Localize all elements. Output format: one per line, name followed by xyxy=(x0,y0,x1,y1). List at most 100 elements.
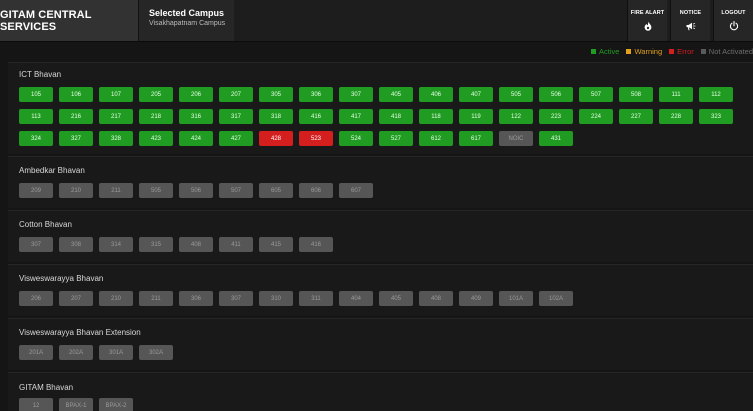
room-button[interactable]: 605 xyxy=(259,183,293,198)
room-button[interactable]: 227 xyxy=(619,109,653,124)
room-button[interactable]: 404 xyxy=(339,291,373,306)
room-button[interactable]: 310 xyxy=(259,291,293,306)
room-button[interactable]: 105 xyxy=(19,87,53,102)
room-button[interactable]: 308 xyxy=(59,237,93,252)
room-button[interactable]: 423 xyxy=(139,131,173,146)
room-button[interactable]: 210 xyxy=(99,291,133,306)
room-button[interactable]: 428 xyxy=(259,131,293,146)
room-button[interactable]: 224 xyxy=(579,109,613,124)
room-button[interactable]: 207 xyxy=(59,291,93,306)
room-button[interactable]: 218 xyxy=(139,109,173,124)
room-button[interactable]: 211 xyxy=(139,291,173,306)
room-button[interactable]: 505 xyxy=(139,183,173,198)
room-button[interactable]: 405 xyxy=(379,291,413,306)
room-button[interactable]: 328 xyxy=(99,131,133,146)
room-button[interactable]: 307 xyxy=(219,291,253,306)
room-button[interactable]: 306 xyxy=(179,291,213,306)
room-button[interactable]: 527 xyxy=(379,131,413,146)
room-button[interactable]: 405 xyxy=(379,87,413,102)
room-button[interactable]: 415 xyxy=(259,237,293,252)
room-button[interactable]: 617 xyxy=(459,131,493,146)
room-button[interactable]: 217 xyxy=(99,109,133,124)
room-button[interactable]: 317 xyxy=(219,109,253,124)
room-button[interactable]: 416 xyxy=(299,237,333,252)
fire-alert-button[interactable]: FIRE ALART xyxy=(627,0,667,41)
room-button[interactable]: 106 xyxy=(59,87,93,102)
room-button[interactable]: 301A xyxy=(99,345,133,360)
room-button[interactable]: 506 xyxy=(539,87,573,102)
room-button[interactable]: 201A xyxy=(19,345,53,360)
legend-label-active: Active xyxy=(599,46,620,56)
room-button[interactable]: 311 xyxy=(299,291,333,306)
room-button[interactable]: 411 xyxy=(219,237,253,252)
room-button[interactable]: 424 xyxy=(179,131,213,146)
room-button[interactable]: 508 xyxy=(619,87,653,102)
room-button[interactable]: 112 xyxy=(699,87,733,102)
room-button[interactable]: 506 xyxy=(179,183,213,198)
room-button[interactable]: 205 xyxy=(139,87,173,102)
room-button[interactable]: 607 xyxy=(339,183,373,198)
building-section-visweswarayya-bhavan-extension: Visweswarayya Bhavan Extension 201A 202A 3… xyxy=(8,318,753,370)
room-button[interactable]: 305 xyxy=(259,87,293,102)
room-button[interactable]: 416 xyxy=(299,109,333,124)
room-button[interactable]: 408 xyxy=(419,291,453,306)
room-button[interactable]: 606 xyxy=(299,183,333,198)
room-button[interactable]: 122 xyxy=(499,109,533,124)
fire-icon xyxy=(644,21,652,31)
room-button[interactable]: 524 xyxy=(339,131,373,146)
room-button[interactable]: 202A xyxy=(59,345,93,360)
room-button[interactable]: 211 xyxy=(99,183,133,198)
room-button[interactable]: 306 xyxy=(299,87,333,102)
room-button[interactable]: 315 xyxy=(139,237,173,252)
room-button[interactable]: BPAX-2 xyxy=(99,398,133,411)
campus-selector[interactable]: Selected Campus Visakhapatnam Campus xyxy=(138,0,234,41)
app-title: GITAM CENTRAL SERVICES xyxy=(0,0,138,41)
room-button[interactable]: 210 xyxy=(59,183,93,198)
room-button[interactable]: NOIC xyxy=(499,131,533,146)
room-button[interactable]: 408 xyxy=(179,237,213,252)
room-button[interactable]: 216 xyxy=(59,109,93,124)
room-button[interactable]: 12 xyxy=(19,398,53,411)
room-button[interactable]: 505 xyxy=(499,87,533,102)
room-button[interactable]: 318 xyxy=(259,109,293,124)
room-button[interactable]: 119 xyxy=(459,109,493,124)
room-button[interactable]: 111 xyxy=(659,87,693,102)
room-button[interactable]: 307 xyxy=(19,237,53,252)
legend-item-not-activated: Not Activated xyxy=(700,47,753,56)
room-button[interactable]: 523 xyxy=(299,131,333,146)
room-button[interactable]: 314 xyxy=(99,237,133,252)
room-button[interactable]: 406 xyxy=(419,87,453,102)
room-button[interactable]: 207 xyxy=(219,87,253,102)
room-button[interactable]: 407 xyxy=(459,87,493,102)
logout-button[interactable]: LOGOUT xyxy=(713,0,753,41)
room-button[interactable]: 409 xyxy=(459,291,493,306)
room-button[interactable]: 206 xyxy=(19,291,53,306)
room-button[interactable]: 209 xyxy=(19,183,53,198)
room-button[interactable]: 417 xyxy=(339,109,373,124)
room-button[interactable]: 507 xyxy=(579,87,613,102)
room-button[interactable]: 228 xyxy=(659,109,693,124)
room-button[interactable]: 307 xyxy=(339,87,373,102)
room-button[interactable]: 323 xyxy=(699,109,733,124)
notice-button[interactable]: NOTICE xyxy=(670,0,710,41)
room-button[interactable]: 206 xyxy=(179,87,213,102)
room-button[interactable]: 302A xyxy=(139,345,173,360)
room-button[interactable]: 327 xyxy=(59,131,93,146)
room-button[interactable]: 431 xyxy=(539,131,573,146)
room-button[interactable]: 101A xyxy=(499,291,533,306)
room-button[interactable]: 427 xyxy=(219,131,253,146)
room-button[interactable]: 324 xyxy=(19,131,53,146)
room-button[interactable]: 418 xyxy=(379,109,413,124)
room-button[interactable]: BPAX-1 xyxy=(59,398,93,411)
legend-item-active: Active xyxy=(591,47,619,56)
room-button[interactable]: 507 xyxy=(219,183,253,198)
room-button[interactable]: 107 xyxy=(99,87,133,102)
room-button[interactable]: 102A xyxy=(539,291,573,306)
room-button[interactable]: 223 xyxy=(539,109,573,124)
building-section-visweswarayya-bhavan: Visweswarayya Bhavan 206 207 210 211 306 307 3… xyxy=(8,264,753,316)
building-title: ICT Bhavan xyxy=(19,70,62,79)
room-button[interactable]: 612 xyxy=(419,131,453,146)
room-button[interactable]: 316 xyxy=(179,109,213,124)
room-button[interactable]: 113 xyxy=(19,109,53,124)
room-button[interactable]: 118 xyxy=(419,109,453,124)
